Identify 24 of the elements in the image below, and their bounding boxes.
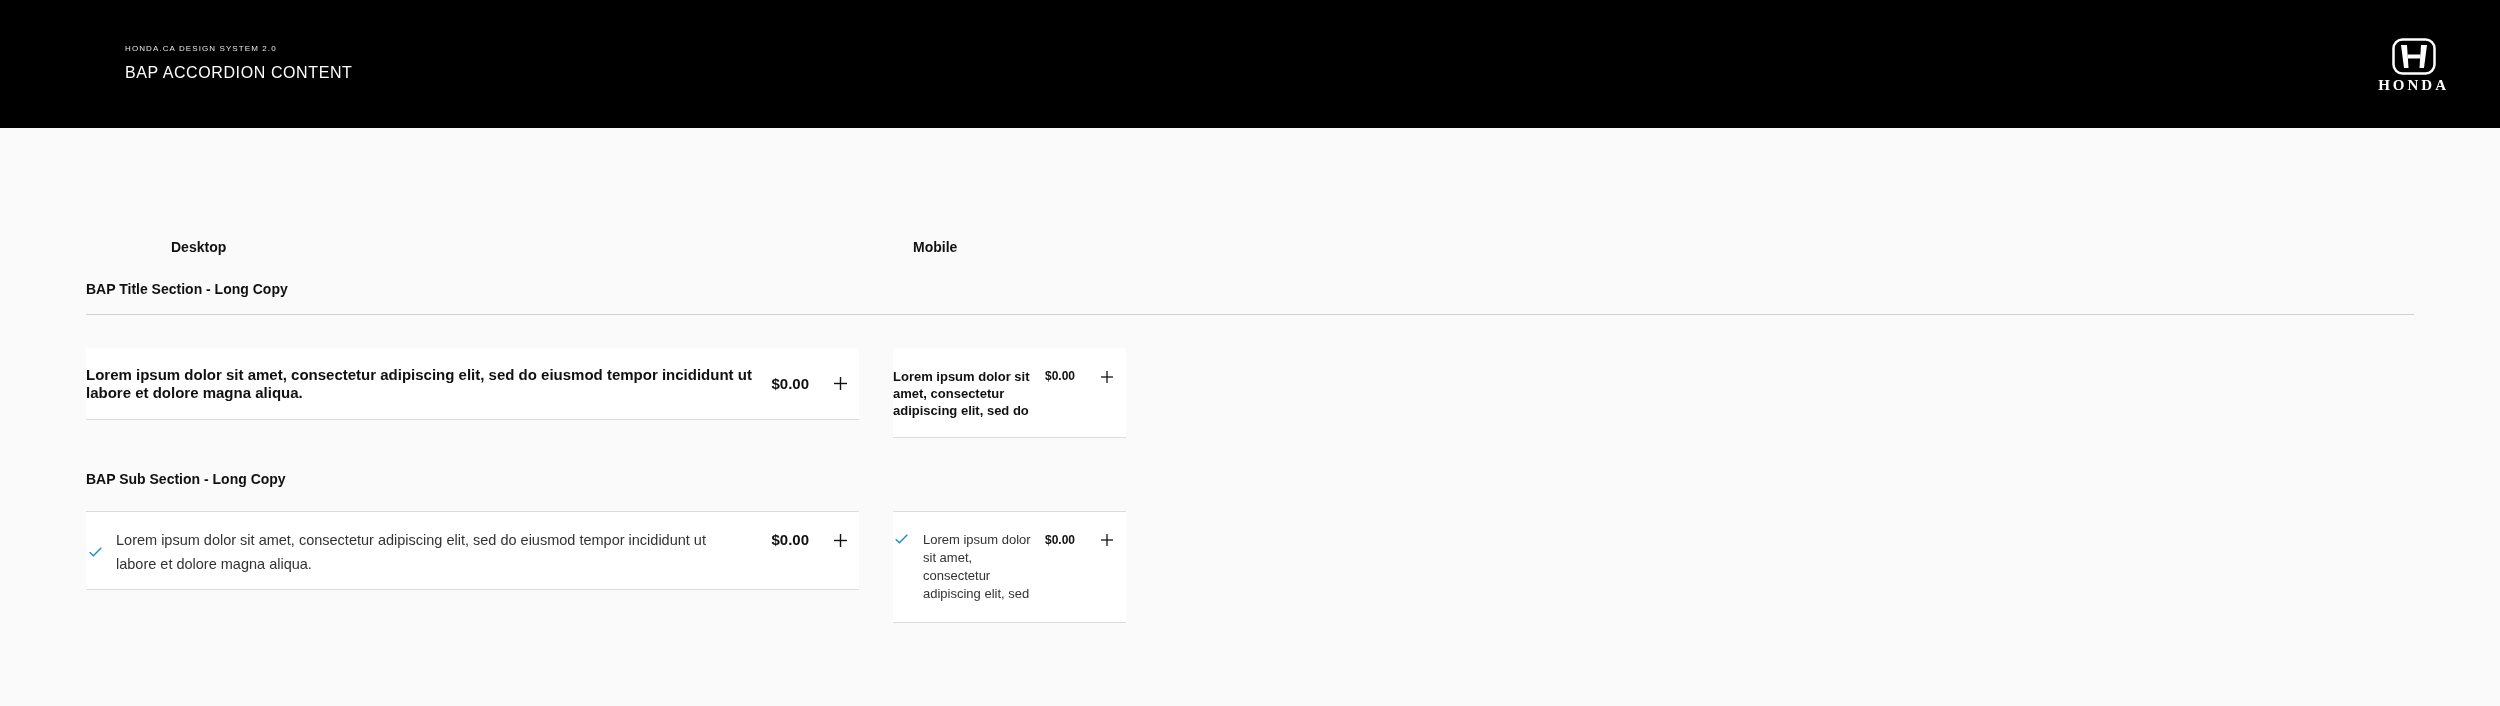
column-label: Desktop (171, 239, 227, 255)
header-eyebrow: HONDA.CA DESIGN SYSTEM 2.0 (125, 44, 278, 54)
item-price: $0.00 (1044, 532, 1075, 549)
section-heading: BAP Sub Section - Long Copy (86, 471, 286, 487)
h-emblem-icon (2391, 37, 2436, 75)
accordion-item[interactable]: Lorem ipsum dolor sit amet, consectetur adipiscing elit, sed do eiusmod tempor incididunt ut labore et dolore magna aliqua. $0.00 (86, 511, 859, 590)
page-title: BAP ACCORDION CONTENT (125, 64, 353, 82)
plus-icon[interactable] (834, 533, 847, 547)
item-price: $0.00 (1044, 368, 1075, 385)
plus-icon[interactable] (1101, 370, 1113, 383)
plus-icon[interactable] (1101, 534, 1113, 546)
item-description: Lorem ipsum dolor sit amet, consectetur adipiscing elit, sed (923, 531, 1032, 603)
column-label: Mobile (913, 239, 958, 255)
accordion-item[interactable]: Lorem ipsum dolor sit amet, consectetur adipiscing elit, sed do $0.00 (893, 348, 1126, 438)
item-title: Lorem ipsum dolor sit amet, consectetur adipiscing elit, sed do (893, 368, 1031, 419)
plus-icon[interactable] (834, 377, 847, 390)
item-title: Lorem ipsum dolor sit amet, consectetur adipiscing elit, sed do eiusmod tempor incididunt ut labore et dolore magna aliqua. (86, 365, 753, 402)
item-price: $0.00 (771, 530, 809, 550)
section-heading: BAP Title Section - Long Copy (86, 281, 288, 297)
item-description: Lorem ipsum dolor sit amet, consectetur adipiscing elit, sed do eiusmod tempor incididunt ut labore et dolore magna aliqua. (116, 531, 707, 574)
logo-wordmark: HONDA (2378, 78, 2449, 91)
item-price: $0.00 (771, 374, 809, 393)
accordion-item[interactable]: Lorem ipsum dolor sit amet, consectetur adipiscing elit, sed do eiusmod tempor incididunt ut labore et dolore magna aliqua. $0.00 (86, 348, 859, 420)
accordion-item[interactable]: Lorem ipsum dolor sit amet, consectetur adipiscing elit, sed $0.00 (893, 511, 1126, 623)
